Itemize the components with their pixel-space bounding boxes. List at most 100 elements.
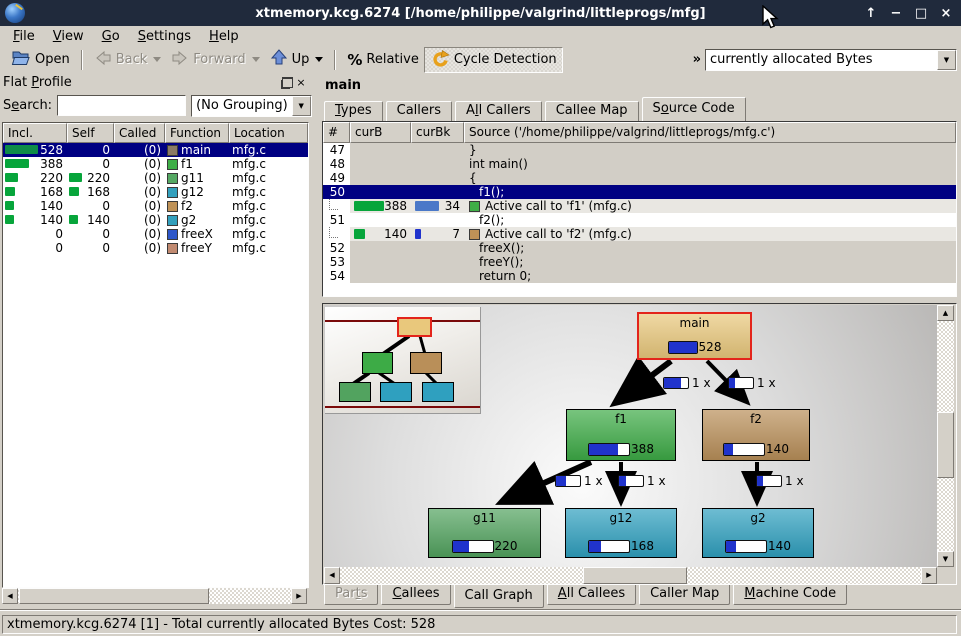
- minimize-button[interactable]: −: [887, 4, 905, 22]
- chevron-down-icon[interactable]: ▼: [937, 50, 956, 70]
- table-row[interactable]: 220 220 (0) g11 mfg.c: [3, 171, 308, 185]
- toolbar-overflow-chevron[interactable]: »: [693, 52, 701, 67]
- maximize-button[interactable]: □: [912, 4, 930, 22]
- tab-source-code[interactable]: Source Code: [642, 97, 746, 121]
- source-line[interactable]: 49{: [323, 171, 956, 185]
- scrollbar-corner: [937, 567, 954, 584]
- table-row[interactable]: 168 168 (0) g12 mfg.c: [3, 185, 308, 199]
- source-call-row[interactable]: 388 34 Active call to 'f1' (mfg.c): [323, 199, 956, 213]
- vertical-scrollbar[interactable]: ▲ ▼: [937, 305, 954, 567]
- scrollbar-thumb[interactable]: [583, 567, 687, 584]
- grouping-combobox[interactable]: (No Grouping) ▼: [191, 95, 312, 117]
- graph-overview-map[interactable]: [325, 307, 481, 414]
- source-line-selected[interactable]: 50f1();: [323, 185, 956, 199]
- forward-button[interactable]: Forward: [166, 48, 264, 72]
- table-row[interactable]: 140 140 (0) g2 mfg.c: [3, 213, 308, 227]
- graph-node-g12[interactable]: g12 168: [565, 508, 677, 558]
- scroll-up-arrow[interactable]: ▲: [937, 305, 954, 321]
- menu-view[interactable]: View: [44, 28, 93, 45]
- graph-node-g11[interactable]: g11 220: [428, 508, 541, 558]
- up-arrow-icon: [270, 49, 288, 70]
- source-line[interactable]: 51f2();: [323, 213, 956, 227]
- scroll-left-arrow[interactable]: ◀: [324, 567, 340, 584]
- relative-toggle-button[interactable]: % Relative: [342, 48, 423, 72]
- graph-node-f1[interactable]: f1 388: [566, 409, 676, 461]
- horizontal-scrollbar[interactable]: ◀ ▶: [2, 588, 307, 604]
- tab-all-callers[interactable]: All Callers: [455, 101, 542, 121]
- source-call-row[interactable]: 140 7 Active call to 'f2' (mfg.c): [323, 227, 956, 241]
- tab-call-graph[interactable]: Call Graph: [454, 585, 544, 608]
- cost-bar: [69, 187, 79, 196]
- tab-callee-map[interactable]: Callee Map: [545, 101, 639, 121]
- source-line[interactable]: 47}: [323, 143, 956, 157]
- column-header-incl[interactable]: Incl.: [3, 123, 67, 143]
- tab-callers[interactable]: Callers: [386, 101, 452, 121]
- graph-node-g2[interactable]: g2 140: [702, 508, 814, 558]
- search-input[interactable]: [57, 95, 186, 116]
- top-tab-bar: Types Callers All Callers Callee Map Sou…: [324, 98, 749, 121]
- cost-bar: [354, 229, 365, 239]
- back-button[interactable]: Back: [89, 48, 167, 72]
- cost-bar: [415, 229, 421, 239]
- source-line[interactable]: 52freeX();: [323, 241, 956, 255]
- column-header-curB[interactable]: curB: [350, 122, 411, 143]
- status-text: xtmemory.kcg.6274 [1] - Total currently …: [2, 615, 957, 634]
- cost-bar: [668, 341, 698, 354]
- call-graph-canvas[interactable]: main 528 f1 388 f2 140 g11 220 g12 168 g…: [324, 305, 937, 567]
- tab-all-callees[interactable]: All Callees: [547, 585, 636, 605]
- table-row[interactable]: 388 0 (0) f1 mfg.c: [3, 157, 308, 171]
- cycle-detection-toggle-button[interactable]: Cycle Detection: [424, 47, 563, 73]
- scrollbar-thumb[interactable]: [937, 412, 954, 478]
- menu-file[interactable]: File: [4, 28, 44, 45]
- scrollbar-thumb[interactable]: [19, 588, 209, 604]
- column-header-self[interactable]: Self: [67, 123, 114, 143]
- cost-bar: [723, 443, 765, 456]
- source-line[interactable]: 53freeY();: [323, 255, 956, 269]
- cost-bar: [725, 540, 767, 553]
- tab-caller-map[interactable]: Caller Map: [639, 585, 730, 605]
- chevron-down-icon: [252, 57, 260, 62]
- scroll-left-arrow[interactable]: ◀: [2, 588, 18, 604]
- scroll-down-arrow[interactable]: ▼: [937, 551, 954, 567]
- menu-settings[interactable]: Settings: [129, 28, 200, 45]
- flat-profile-table: Incl. Self Called Function Location 528 …: [2, 122, 309, 588]
- close-button[interactable]: ×: [937, 4, 955, 22]
- shade-button[interactable]: ↑: [862, 4, 880, 22]
- source-line[interactable]: 54return 0;: [323, 269, 956, 283]
- dock-close-button[interactable]: ×: [294, 76, 308, 89]
- dock-float-button[interactable]: [280, 76, 294, 89]
- cycle-arrow-icon: [430, 49, 450, 71]
- table-row[interactable]: 0 0 (0) freeX mfg.c: [3, 227, 308, 241]
- event-type-combobox[interactable]: currently allocated Bytes ▼: [705, 49, 957, 71]
- scroll-right-arrow[interactable]: ▶: [291, 588, 307, 604]
- cost-bar: [588, 540, 630, 553]
- cost-bar: [5, 187, 15, 196]
- horizontal-scrollbar[interactable]: ◀ ▶: [324, 567, 937, 584]
- function-color-swatch: [469, 229, 480, 240]
- table-row[interactable]: 528 0 (0) main mfg.c: [3, 143, 308, 157]
- table-row[interactable]: 0 0 (0) freeY mfg.c: [3, 241, 308, 255]
- open-button[interactable]: Open: [6, 48, 75, 72]
- graph-node-f2[interactable]: f2 140: [702, 409, 810, 461]
- column-header-source[interactable]: Source ('/home/philippe/valgrind/littlep…: [464, 122, 956, 143]
- tab-machine-code[interactable]: Machine Code: [733, 585, 847, 605]
- dock-title: Flat Profile: [3, 75, 72, 90]
- tab-types[interactable]: Types: [324, 101, 383, 121]
- source-line[interactable]: 48int main(): [323, 157, 956, 171]
- table-row[interactable]: 140 0 (0) f2 mfg.c: [3, 199, 308, 213]
- scroll-right-arrow[interactable]: ▶: [921, 567, 937, 584]
- up-button[interactable]: Up: [265, 48, 329, 72]
- chevron-down-icon[interactable]: ▼: [292, 96, 311, 116]
- column-header-curBk[interactable]: curBk: [411, 122, 464, 143]
- menu-go[interactable]: Go: [93, 28, 129, 45]
- tab-callees[interactable]: Callees: [381, 585, 450, 605]
- cost-bar: [415, 201, 439, 211]
- graph-node-main[interactable]: main 528: [637, 312, 752, 360]
- function-color-swatch: [167, 187, 178, 198]
- column-header-called[interactable]: Called: [114, 123, 165, 143]
- source-code-view: # curB curBk Source ('/home/philippe/val…: [322, 121, 957, 297]
- column-header-location[interactable]: Location: [229, 123, 308, 143]
- column-header-function[interactable]: Function: [165, 123, 229, 143]
- column-header-line[interactable]: #: [323, 122, 350, 143]
- menu-help[interactable]: Help: [200, 28, 248, 45]
